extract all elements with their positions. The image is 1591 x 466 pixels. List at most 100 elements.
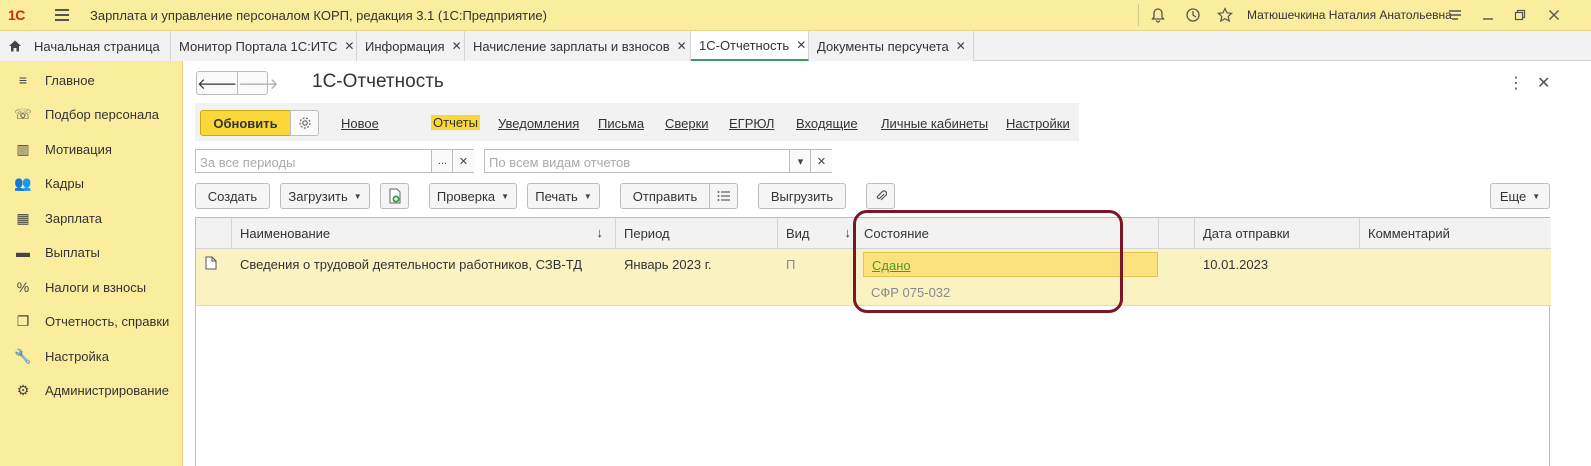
sidebar-item-label: Налоги и взносы bbox=[45, 279, 147, 295]
back-arrow-icon[interactable]: 🡐 bbox=[197, 72, 237, 94]
sidebar-item-main[interactable]: ≡ Главное bbox=[0, 65, 183, 95]
button-label: Загрузить bbox=[288, 188, 348, 204]
sidebar-item-taxes[interactable]: % Налоги и взносы bbox=[0, 272, 183, 302]
add-file-button[interactable] bbox=[380, 183, 409, 209]
sidebar-item-motivation[interactable]: ▥ Мотивация bbox=[0, 134, 183, 164]
attach-button[interactable] bbox=[866, 183, 895, 209]
load-button[interactable]: Загрузить ▼ bbox=[280, 183, 370, 209]
column-kind[interactable]: Вид ↓ bbox=[778, 218, 856, 249]
kind-clear-icon[interactable]: ✕ bbox=[810, 150, 832, 172]
sidebar-item-salary[interactable]: ▦ Зарплата bbox=[0, 203, 183, 233]
button-label: Создать bbox=[207, 188, 258, 204]
settings-lines-icon[interactable] bbox=[1444, 4, 1466, 26]
tab-label: Информация bbox=[365, 38, 445, 54]
exchange-settings-button[interactable] bbox=[290, 110, 319, 136]
link-reconciliations[interactable]: Сверки bbox=[665, 116, 709, 131]
column-name[interactable]: Наименование ↓ bbox=[232, 218, 616, 249]
check-button[interactable]: Проверка ▼ bbox=[429, 183, 517, 209]
tab-personnel-docs[interactable]: Документы персучета ✕ bbox=[809, 31, 974, 61]
link-egrul[interactable]: ЕГРЮЛ bbox=[729, 116, 774, 131]
history-icon[interactable] bbox=[1182, 4, 1204, 26]
report-kind-filter-field[interactable]: По всем видам отчетов ▾ ✕ bbox=[484, 149, 832, 173]
calculator-icon: ▦ bbox=[16, 209, 30, 226]
column-period[interactable]: Период bbox=[616, 218, 778, 249]
sidebar-item-recruitment[interactable]: ☏ Подбор персонала bbox=[0, 99, 183, 129]
period-clear-icon[interactable]: ✕ bbox=[452, 150, 474, 172]
more-options-icon[interactable]: ⋮ bbox=[1508, 73, 1524, 93]
app-title: Зарплата и управление персоналом КОРП, р… bbox=[90, 8, 547, 23]
create-button[interactable]: Создать bbox=[195, 183, 270, 209]
close-tab-icon[interactable]: ✕ bbox=[452, 39, 462, 53]
sidebar-item-settings[interactable]: 🔧 Настройка bbox=[0, 341, 183, 371]
more-button[interactable]: Еще ▼ bbox=[1490, 183, 1550, 209]
dropdown-arrow-icon: ▼ bbox=[1532, 191, 1541, 201]
send-button[interactable]: Отправить bbox=[620, 183, 710, 209]
tab-payroll[interactable]: Начисление зарплаты и взносов ✕ bbox=[465, 31, 691, 61]
close-tab-icon[interactable]: ✕ bbox=[677, 39, 687, 53]
minimize-icon[interactable] bbox=[1477, 4, 1499, 26]
sidebar-item-label: Мотивация bbox=[45, 141, 112, 157]
report-kind: П bbox=[786, 257, 796, 272]
command-bar: Обновить Новое Отчеты Уведомления Письма… bbox=[195, 103, 1079, 141]
sidebar-item-reporting[interactable]: ❐ Отчетность, справки bbox=[0, 306, 183, 336]
dropdown-arrow-icon: ▼ bbox=[501, 191, 510, 201]
main-menu-icon[interactable] bbox=[55, 9, 69, 21]
close-form-icon[interactable]: ✕ bbox=[1537, 73, 1550, 93]
report-name: Сведения о трудовой деятельности работни… bbox=[240, 257, 583, 272]
send-list-button[interactable] bbox=[709, 183, 738, 209]
column-comment[interactable]: Комментарий bbox=[1360, 218, 1551, 249]
page-title: 1С-Отчетность bbox=[312, 71, 444, 92]
tab-information[interactable]: Информация ✕ bbox=[357, 31, 465, 61]
dropdown-arrow-icon: ▼ bbox=[583, 191, 592, 201]
link-new[interactable]: Новое bbox=[341, 116, 379, 131]
titlebar-divider bbox=[1138, 4, 1139, 26]
list-icon bbox=[717, 191, 730, 201]
tab-home[interactable]: Начальная страница bbox=[0, 31, 171, 61]
star-icon[interactable] bbox=[1214, 4, 1236, 26]
refresh-button[interactable]: Обновить bbox=[200, 110, 291, 136]
close-tab-icon[interactable]: ✕ bbox=[956, 39, 966, 53]
wallet-icon: ▬ bbox=[16, 244, 30, 260]
period-filter-field[interactable]: За все периоды ... ✕ bbox=[195, 149, 474, 173]
link-settings[interactable]: Настройки bbox=[1006, 116, 1070, 131]
sidebar-item-label: Главное bbox=[45, 72, 95, 88]
sidebar-item-hr[interactable]: 👥 Кадры bbox=[0, 168, 183, 198]
button-label: Еще bbox=[1499, 188, 1527, 204]
history-nav: 🡐 🡒 bbox=[196, 71, 278, 95]
column-icon bbox=[196, 218, 232, 249]
button-label: Проверка bbox=[436, 188, 496, 204]
sidebar-item-label: Подбор персонала bbox=[45, 106, 159, 122]
link-personal-accounts[interactable]: Личные кабинеты bbox=[881, 116, 988, 131]
tab-label: Начисление зарплаты и взносов bbox=[473, 38, 670, 54]
gear-icon: ⚙ bbox=[16, 381, 30, 398]
chevron-down-icon[interactable]: ▾ bbox=[789, 150, 811, 172]
period-select-button[interactable]: ... bbox=[431, 150, 453, 172]
restore-icon[interactable] bbox=[1509, 4, 1531, 26]
print-button[interactable]: Печать ▼ bbox=[527, 183, 600, 209]
link-notifications[interactable]: Уведомления bbox=[498, 116, 579, 131]
link-incoming[interactable]: Входящие bbox=[796, 116, 858, 131]
column-sent-date[interactable]: Дата отправки bbox=[1195, 218, 1360, 249]
column-extra bbox=[1159, 218, 1195, 249]
sidebar-item-label: Администрирование bbox=[45, 382, 169, 398]
sidebar-item-payments[interactable]: ▬ Выплаты bbox=[0, 237, 183, 267]
tab-1c-reporting[interactable]: 1С-Отчетность ✕ bbox=[691, 31, 809, 61]
sent-date: 10.01.2023 bbox=[1203, 257, 1269, 272]
forward-arrow-icon[interactable]: 🡒 bbox=[237, 72, 278, 94]
home-icon bbox=[9, 40, 21, 52]
user-name[interactable]: Матюшечкина Наталия Анатольевна bbox=[1247, 8, 1452, 22]
sidebar-item-administration[interactable]: ⚙ Администрирование bbox=[0, 375, 183, 405]
close-tab-icon[interactable]: ✕ bbox=[344, 39, 354, 53]
wrench-icon: 🔧 bbox=[14, 347, 32, 364]
sidebar-item-label: Кадры bbox=[45, 175, 84, 191]
percent-icon: % bbox=[16, 279, 30, 295]
tab-its-monitor[interactable]: Монитор Портала 1С:ИТС ✕ bbox=[171, 31, 357, 61]
report-kind-placeholder: По всем видам отчетов bbox=[489, 155, 631, 170]
export-button[interactable]: Выгрузить bbox=[758, 183, 846, 209]
bell-icon[interactable] bbox=[1147, 4, 1169, 26]
link-reports[interactable]: Отчеты bbox=[431, 115, 480, 130]
link-letters[interactable]: Письма bbox=[598, 116, 644, 131]
button-label: Отправить bbox=[632, 188, 698, 204]
close-window-icon[interactable] bbox=[1543, 4, 1565, 26]
close-tab-icon[interactable]: ✕ bbox=[796, 38, 806, 52]
